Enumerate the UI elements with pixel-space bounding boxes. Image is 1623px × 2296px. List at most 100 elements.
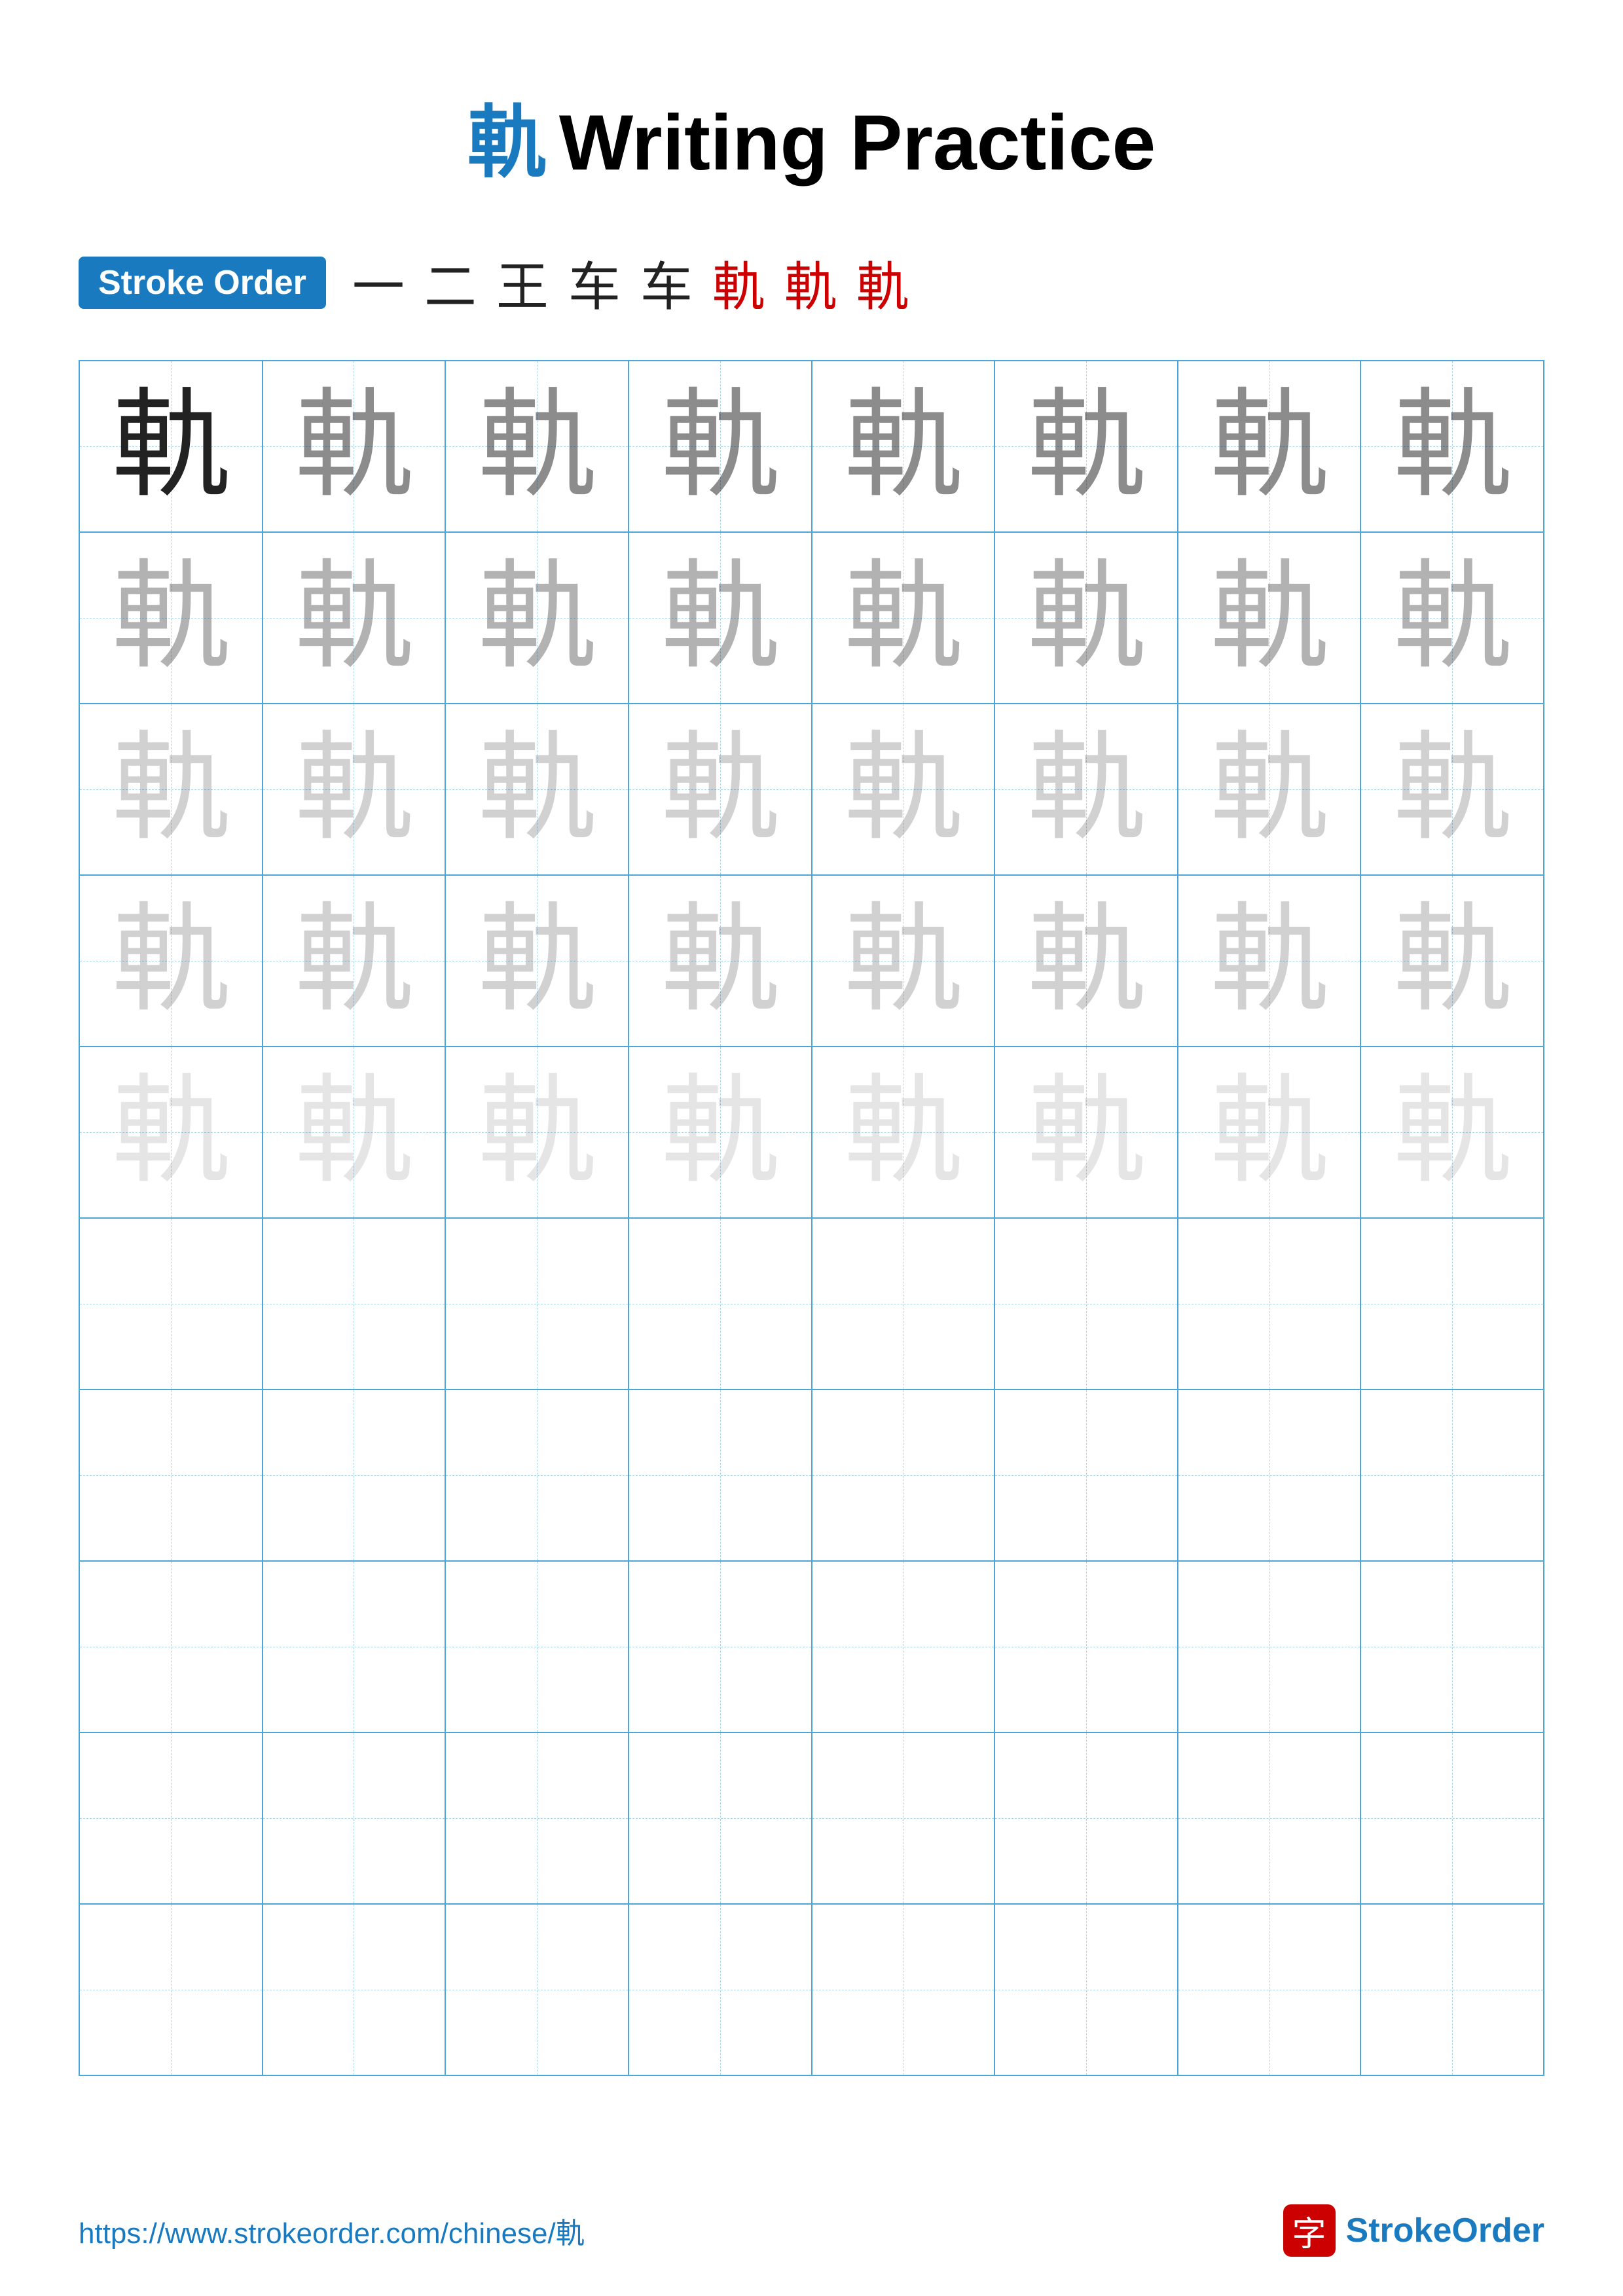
cell-8-6[interactable] [995,1562,1178,1732]
practice-char: 軌 [844,559,962,677]
cell-4-5[interactable]: 軌 [812,876,996,1046]
cell-2-2[interactable]: 軌 [263,533,447,703]
cell-7-4[interactable] [629,1390,812,1560]
grid-row-10 [80,1905,1543,2075]
cell-5-7[interactable]: 軌 [1178,1047,1362,1217]
cell-3-5[interactable]: 軌 [812,704,996,874]
cell-5-1[interactable]: 軌 [80,1047,263,1217]
cell-8-3[interactable] [446,1562,629,1732]
cell-2-6[interactable]: 軌 [995,533,1178,703]
cell-8-8[interactable] [1361,1562,1543,1732]
cell-9-8[interactable] [1361,1733,1543,1903]
practice-char: 軌 [661,902,779,1020]
cell-9-5[interactable] [812,1733,996,1903]
cell-10-8[interactable] [1361,1905,1543,2075]
cell-1-4[interactable]: 軌 [629,361,812,531]
cell-4-6[interactable]: 軌 [995,876,1178,1046]
cell-6-3[interactable] [446,1219,629,1389]
cell-5-3[interactable]: 軌 [446,1047,629,1217]
practice-char: 軌 [661,1073,779,1191]
cell-5-8[interactable]: 軌 [1361,1047,1543,1217]
cell-2-3[interactable]: 軌 [446,533,629,703]
footer: https://www.strokeorder.com/chinese/軌 字 … [79,2204,1544,2257]
cell-6-2[interactable] [263,1219,447,1389]
cell-1-8[interactable]: 軌 [1361,361,1543,531]
cell-3-7[interactable]: 軌 [1178,704,1362,874]
footer-url[interactable]: https://www.strokeorder.com/chinese/軌 [79,2210,585,2251]
cell-7-2[interactable] [263,1390,447,1560]
cell-6-7[interactable] [1178,1219,1362,1389]
cell-10-4[interactable] [629,1905,812,2075]
cell-3-6[interactable]: 軌 [995,704,1178,874]
cell-3-4[interactable]: 軌 [629,704,812,874]
cell-9-6[interactable] [995,1733,1178,1903]
title-character: 軌 [467,99,546,187]
cell-7-1[interactable] [80,1390,263,1560]
cell-1-2[interactable]: 軌 [263,361,447,531]
footer-brand: 字 StrokeOrder [1283,2204,1544,2257]
cell-8-1[interactable] [80,1562,263,1732]
cell-9-1[interactable] [80,1733,263,1903]
cell-1-5[interactable]: 軌 [812,361,996,531]
practice-char: 軌 [295,1073,412,1191]
cell-1-7[interactable]: 軌 [1178,361,1362,531]
cell-3-1[interactable]: 軌 [80,704,263,874]
page: 軌Writing Practice Stroke Order 一 二 王 车 车… [0,0,1623,2296]
cell-5-2[interactable]: 軌 [263,1047,447,1217]
cell-7-6[interactable] [995,1390,1178,1560]
cell-8-4[interactable] [629,1562,812,1732]
cell-4-8[interactable]: 軌 [1361,876,1543,1046]
brand-icon: 字 [1283,2204,1336,2257]
cell-10-7[interactable] [1178,1905,1362,2075]
cell-2-1[interactable]: 軌 [80,533,263,703]
stroke-3: 王 [496,245,549,321]
cell-10-1[interactable] [80,1905,263,2075]
cell-9-3[interactable] [446,1733,629,1903]
cell-1-6[interactable]: 軌 [995,361,1178,531]
cell-7-8[interactable] [1361,1390,1543,1560]
cell-8-7[interactable] [1178,1562,1362,1732]
cell-4-3[interactable]: 軌 [446,876,629,1046]
stroke-1: 一 [352,245,405,321]
cell-4-2[interactable]: 軌 [263,876,447,1046]
cell-6-4[interactable] [629,1219,812,1389]
practice-char: 軌 [1027,902,1145,1020]
cell-10-6[interactable] [995,1905,1178,2075]
cell-3-8[interactable]: 軌 [1361,704,1543,874]
stroke-6: 軌 [712,245,765,321]
cell-7-5[interactable] [812,1390,996,1560]
cell-2-5[interactable]: 軌 [812,533,996,703]
cell-9-2[interactable] [263,1733,447,1903]
cell-6-5[interactable] [812,1219,996,1389]
cell-5-4[interactable]: 軌 [629,1047,812,1217]
cell-10-5[interactable] [812,1905,996,2075]
cell-9-4[interactable] [629,1733,812,1903]
cell-2-7[interactable]: 軌 [1178,533,1362,703]
cell-6-6[interactable] [995,1219,1178,1389]
cell-4-4[interactable]: 軌 [629,876,812,1046]
cell-10-3[interactable] [446,1905,629,2075]
cell-2-4[interactable]: 軌 [629,533,812,703]
practice-char: 軌 [1211,1073,1328,1191]
cell-5-6[interactable]: 軌 [995,1047,1178,1217]
cell-3-2[interactable]: 軌 [263,704,447,874]
practice-char: 軌 [295,387,412,505]
cell-7-7[interactable] [1178,1390,1362,1560]
cell-9-7[interactable] [1178,1733,1362,1903]
cell-7-3[interactable] [446,1390,629,1560]
cell-4-7[interactable]: 軌 [1178,876,1362,1046]
cell-6-1[interactable] [80,1219,263,1389]
practice-char: 軌 [844,730,962,848]
cell-1-1[interactable]: 軌 [80,361,263,531]
grid-row-3: 軌 軌 軌 軌 軌 軌 軌 軌 [80,704,1543,876]
cell-3-3[interactable]: 軌 [446,704,629,874]
cell-8-5[interactable] [812,1562,996,1732]
practice-char: 軌 [1393,730,1511,848]
cell-1-3[interactable]: 軌 [446,361,629,531]
cell-2-8[interactable]: 軌 [1361,533,1543,703]
cell-10-2[interactable] [263,1905,447,2075]
cell-8-2[interactable] [263,1562,447,1732]
cell-6-8[interactable] [1361,1219,1543,1389]
cell-5-5[interactable]: 軌 [812,1047,996,1217]
cell-4-1[interactable]: 軌 [80,876,263,1046]
